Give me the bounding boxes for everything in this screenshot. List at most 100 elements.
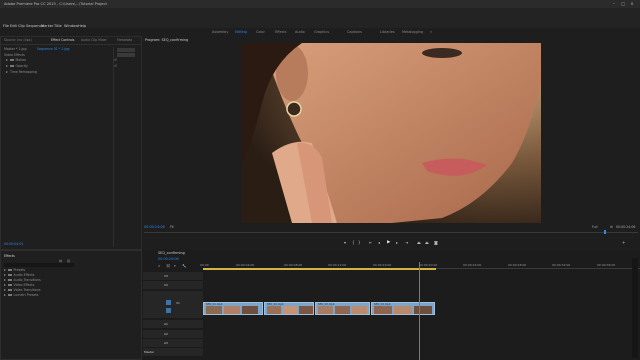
reset-icon[interactable]: ↺ xyxy=(113,64,118,68)
add-button-icon[interactable]: + xyxy=(622,240,625,245)
effects-folder-video-transitions[interactable]: Video Transitions xyxy=(4,288,41,292)
expand-triangle-icon[interactable] xyxy=(6,65,8,67)
track-label-v1: V1 xyxy=(176,301,180,305)
add-marker-icon[interactable]: ▾ xyxy=(344,240,346,245)
tab-metadata[interactable]: Metadata xyxy=(117,38,132,42)
scrub-bar[interactable] xyxy=(144,232,638,233)
track-label-a2: A2 xyxy=(164,332,168,336)
snap-icon[interactable]: ∩ xyxy=(158,264,160,268)
effects-folder-audio-effects[interactable]: Audio Effects xyxy=(4,273,34,277)
effects-search-input[interactable] xyxy=(4,263,74,267)
tab-source[interactable]: Source: (no clips) xyxy=(4,38,32,42)
track-label-v3: V3 xyxy=(164,274,168,278)
more-workspaces-icon[interactable]: » xyxy=(430,30,432,34)
mark-out-icon[interactable]: } xyxy=(358,240,361,245)
timeline-timecode[interactable]: 00:00:24:06 xyxy=(158,257,179,261)
mark-in-icon[interactable]: { xyxy=(352,240,355,245)
play-icon[interactable]: ▶ xyxy=(387,240,390,245)
workspace-captions[interactable]: Captions xyxy=(347,30,362,34)
ruler-tick: 00:00 xyxy=(200,263,209,267)
go-to-out-icon[interactable]: ⇥ xyxy=(405,240,408,245)
workspace-graphics[interactable]: Graphics xyxy=(314,30,329,34)
track-eye-icon[interactable] xyxy=(166,308,171,313)
ruler-tick: 00:00:12:00 xyxy=(328,263,347,267)
tab-effects[interactable]: Effects xyxy=(4,254,15,258)
close-icon[interactable]: × xyxy=(629,1,635,6)
work-area-bar[interactable] xyxy=(203,268,436,270)
fx-icon xyxy=(10,64,14,68)
track-label-a3: A3 xyxy=(164,341,168,345)
expand-triangle-icon[interactable] xyxy=(6,59,8,61)
workspace-assembly[interactable]: Assembly xyxy=(212,30,228,34)
playhead-marker[interactable] xyxy=(604,230,606,234)
workspace-metalogging[interactable]: Metalogging xyxy=(402,30,423,34)
track-label-a1: A1 xyxy=(164,322,168,326)
effects-folder-lumetri-presets[interactable]: Lumetri Presets xyxy=(4,293,38,297)
effects-panel: Effects ▤ ▥ Presets Audio Effects Audio … xyxy=(0,250,142,360)
track-target-v1[interactable] xyxy=(166,300,171,305)
expand-triangle-icon[interactable] xyxy=(6,71,8,73)
effects-folder-video-effects[interactable]: Video Effects xyxy=(4,283,34,287)
effects-folder-audio-transitions[interactable]: Audio Transitions xyxy=(4,278,41,282)
add-marker-icon[interactable]: ▾ xyxy=(174,264,176,268)
video-frame-image xyxy=(242,43,541,223)
track-label-v2: V2 xyxy=(164,283,168,287)
maximize-icon[interactable]: □ xyxy=(620,1,626,6)
export-frame-icon[interactable]: ◙ xyxy=(434,240,438,245)
track-header-v3[interactable] xyxy=(143,272,203,281)
reset-icon[interactable]: ↺ xyxy=(113,58,118,62)
tab-effect-controls[interactable]: Effect Controls xyxy=(51,38,74,42)
track-label-master: Master xyxy=(144,350,155,354)
minimize-icon[interactable]: – xyxy=(611,1,617,6)
track-header-a2[interactable] xyxy=(143,330,203,339)
track-header-a1[interactable] xyxy=(143,320,203,329)
sequence-clip-label[interactable]: Sequence 01 * 1.jpg xyxy=(37,47,69,51)
menu-bar: File Edit Clip Sequence Marker Title Win… xyxy=(0,8,640,28)
effects-folder-presets[interactable]: Presets xyxy=(4,268,25,272)
timeline-clip[interactable]: SEQ_01.mp4 xyxy=(203,302,263,315)
effect-controls-panel: Source: (no clips) Effect Controls Audio… xyxy=(0,36,142,250)
timeline-settings-icon[interactable]: 🔧 xyxy=(182,264,186,268)
linked-selection-icon[interactable]: ⛓ xyxy=(166,264,170,268)
title-bar: Adobe Premiere Pro CC 2015 - C:\Users\..… xyxy=(0,0,640,8)
timeline-sequence-tab[interactable]: SEQ_confirming xyxy=(158,251,185,255)
mini-timeline-clip xyxy=(117,48,135,52)
ruler-tick: 00:00:16:00 xyxy=(373,263,392,267)
timeline-clip[interactable]: SEQ_04.mp4 xyxy=(371,302,435,315)
settings-icon[interactable]: ⚙ xyxy=(610,225,613,229)
go-to-in-icon[interactable]: ⇤ xyxy=(369,240,372,245)
effect-row-time-remapping[interactable]: Time Remapping xyxy=(6,70,37,74)
ruler-tick: 00:00:08:00 xyxy=(284,263,303,267)
effect-row-opacity[interactable]: Opacity xyxy=(6,64,28,68)
workspace-libraries[interactable]: Libraries xyxy=(380,30,395,34)
timeline-clip[interactable]: SEQ_03.mp4 xyxy=(315,302,370,315)
fit-dropdown[interactable]: Fit xyxy=(170,225,174,229)
program-title[interactable]: Program: SEQ_confirming xyxy=(145,38,188,42)
quality-dropdown[interactable]: Full xyxy=(592,225,597,229)
workspace-color[interactable]: Color xyxy=(256,30,265,34)
ruler-tick: 00:00:04:00 xyxy=(236,263,255,267)
tab-audio-clip-mixer[interactable]: Audio Clip Mixer xyxy=(81,38,107,42)
ruler-tick: 00:00:20:00 xyxy=(419,263,438,267)
timeline-playhead[interactable] xyxy=(419,262,420,360)
effect-controls-timecode[interactable]: 00:00:04:01 xyxy=(4,242,23,246)
step-forward-icon[interactable]: ▸ xyxy=(396,240,398,245)
window-title: Adobe Premiere Pro CC 2015 - C:\Users\..… xyxy=(4,1,107,6)
master-clip-label[interactable]: Master * 1.jpg xyxy=(4,47,26,51)
ruler-tick: 00:00:36:00 xyxy=(597,263,616,267)
track-header-v1[interactable] xyxy=(143,291,203,319)
program-video-frame xyxy=(242,43,541,223)
effect-row-motion[interactable]: Motion xyxy=(6,58,26,62)
track-header-v2[interactable] xyxy=(143,281,203,290)
lift-icon[interactable]: ⏏ xyxy=(417,240,421,245)
workspace-audio[interactable]: Audio xyxy=(295,30,305,34)
program-duration: 00:00:24:06 xyxy=(616,225,636,229)
step-back-icon[interactable]: ◂ xyxy=(378,240,380,245)
track-header-a3[interactable] xyxy=(143,339,203,348)
workspace-effects[interactable]: Effects xyxy=(275,30,287,34)
workspace-editing[interactable]: Editing xyxy=(235,30,247,34)
program-timecode[interactable]: 00:00:24:06 xyxy=(144,225,165,229)
extract-icon[interactable]: ⏏ xyxy=(425,240,429,245)
video-effects-heading: Video Effects xyxy=(4,53,25,57)
timeline-clip[interactable]: SEQ_02.mp4 xyxy=(264,302,314,315)
